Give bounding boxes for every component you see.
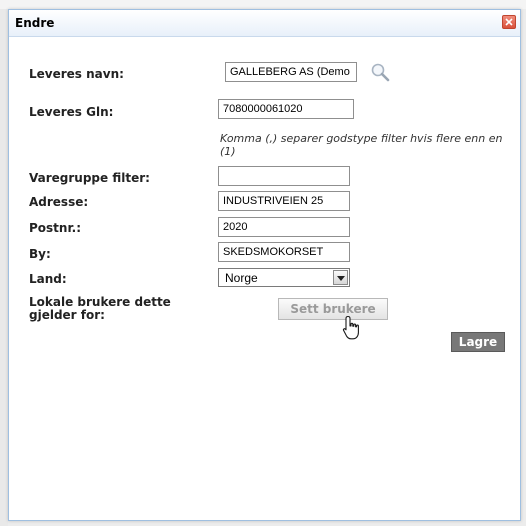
land-select[interactable]: Norge <box>218 268 350 287</box>
sett-brukere-button[interactable]: Sett brukere <box>278 298 388 320</box>
varegruppe-filter-label: Varegruppe filter: <box>29 171 150 185</box>
leveres-gln-label: Leveres Gln: <box>29 105 114 119</box>
filter-hint: Komma (,) separer godstype filter hvis f… <box>220 132 503 158</box>
hand-cursor-icon <box>342 315 359 340</box>
adresse-label: Adresse: <box>29 195 89 209</box>
chevron-down-icon <box>337 276 345 281</box>
leveres-gln-input[interactable]: 7080000061020 <box>218 99 354 119</box>
dialog-title: Endre <box>15 16 55 30</box>
land-label: Land: <box>29 272 67 286</box>
edit-dialog: Endre <box>8 9 521 521</box>
by-input[interactable]: SKEDSMOKORSET <box>218 242 350 262</box>
search-icon[interactable] <box>370 62 392 84</box>
dialog-titlebar[interactable]: Endre <box>9 10 520 37</box>
varegruppe-filter-input[interactable] <box>218 166 350 186</box>
postnr-input[interactable]: 2020 <box>218 217 350 237</box>
land-selected-value: Norge <box>225 271 258 285</box>
by-label: By: <box>29 247 51 261</box>
background-left <box>0 9 8 526</box>
close-icon <box>505 18 513 26</box>
postnr-label: Postnr.: <box>29 221 82 235</box>
leveres-navn-input[interactable]: GALLEBERG AS (Demo <box>225 62 357 82</box>
background-top <box>0 0 526 9</box>
save-button[interactable]: Lagre <box>451 332 505 352</box>
select-dropdown-button[interactable] <box>333 270 348 285</box>
adresse-input[interactable]: INDUSTRIVEIEN 25 <box>218 191 350 211</box>
leveres-navn-label: Leveres navn: <box>29 67 124 81</box>
close-button[interactable] <box>502 15 516 29</box>
lokale-brukere-label: Lokale brukere dette gjelder for: <box>29 295 171 322</box>
